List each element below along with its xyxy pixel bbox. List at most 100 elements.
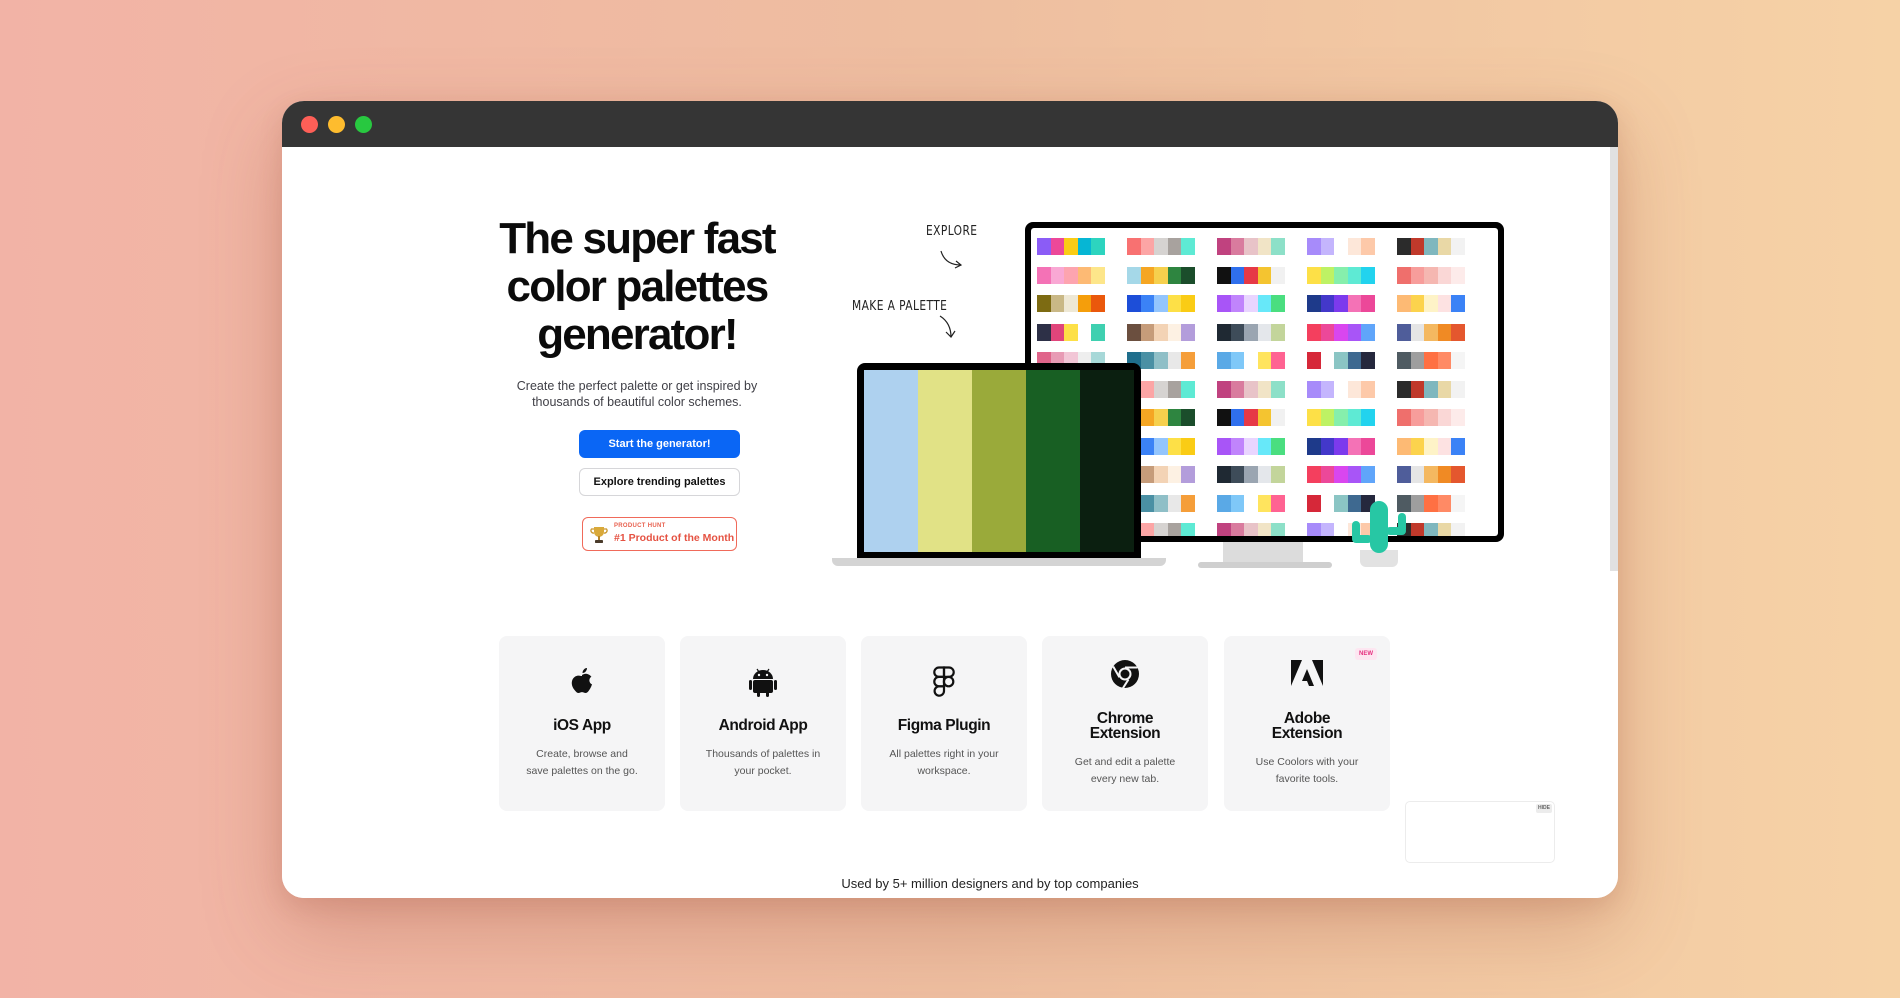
maximize-window-button[interactable] (355, 116, 372, 133)
laptop-base (832, 558, 1166, 566)
palette-swatch-group (1217, 494, 1285, 512)
palette-swatch (1181, 352, 1195, 369)
palette-swatch (1167, 295, 1181, 312)
palette-swatch-group (1127, 238, 1195, 255)
palette-swatch (1424, 409, 1438, 426)
palette-swatch (1077, 266, 1091, 284)
palette-swatch (1217, 323, 1231, 341)
card-description: Get and edit a palette every new tab. (1060, 754, 1190, 788)
palette-swatch (1347, 352, 1361, 369)
palette-swatch (1244, 409, 1258, 426)
palette-swatch (1154, 437, 1168, 455)
palette-swatch-group (1397, 295, 1465, 312)
palette-swatch (1307, 238, 1321, 255)
card-description: All palettes right in your workspace. (879, 746, 1009, 780)
palette-swatch (1217, 523, 1231, 536)
laptop-palette-color (864, 370, 918, 552)
palette-swatch (1091, 295, 1105, 312)
card-title: Adobe Extension (1232, 711, 1382, 742)
palette-swatch (1091, 238, 1105, 255)
card-title: Chrome Extension (1050, 711, 1200, 742)
palette-swatch (1334, 409, 1348, 426)
palette-swatch (1347, 380, 1361, 398)
palette-swatch (1230, 466, 1244, 483)
palette-swatch (1140, 266, 1154, 284)
hero-subtitle-line: thousands of beautiful color schemes. (532, 395, 742, 409)
palette-swatch (1451, 466, 1465, 483)
palette-swatch (1127, 295, 1141, 312)
palette-swatch (1437, 466, 1451, 483)
palette-swatch (1167, 266, 1181, 284)
palette-swatch (1307, 523, 1321, 536)
card-title: Figma Plugin (897, 717, 991, 734)
start-generator-button[interactable]: Start the generator! (579, 430, 740, 458)
palette-swatch (1307, 437, 1321, 455)
card-description-line: Get and edit a palette (1074, 756, 1176, 768)
android-app-card[interactable]: Android App Thousands of palettes in you… (680, 636, 846, 811)
palette-swatch (1271, 238, 1285, 255)
palette-swatch (1424, 295, 1438, 312)
palette-swatch (1271, 523, 1285, 536)
palette-swatch (1410, 437, 1424, 455)
palette-swatch (1320, 266, 1334, 284)
figma-plugin-card[interactable]: Figma Plugin All palettes right in your … (861, 636, 1027, 811)
palette-swatch (1361, 323, 1375, 341)
palette-swatch (1397, 295, 1411, 312)
palette-swatch (1451, 323, 1465, 341)
minimize-window-button[interactable] (328, 116, 345, 133)
palette-swatch (1154, 238, 1168, 255)
chrome-extension-card[interactable]: Chrome Extension Get and edit a palette … (1042, 636, 1208, 811)
palette-swatch (1181, 409, 1195, 426)
explore-trending-button[interactable]: Explore trending palettes (579, 468, 740, 496)
badge-caption: PRODUCT HUNT (614, 523, 666, 529)
palette-swatch (1320, 380, 1334, 398)
palette-swatch (1451, 380, 1465, 398)
palette-swatch (1064, 266, 1078, 284)
palette-swatch (1077, 238, 1091, 255)
palette-swatch (1257, 380, 1271, 398)
palette-swatch (1167, 494, 1181, 512)
palette-swatch (1140, 409, 1154, 426)
product-hunt-badge[interactable]: PRODUCT HUNT #1 Product of the Month (582, 517, 737, 551)
palette-swatch (1257, 466, 1271, 483)
palette-swatch (1064, 295, 1078, 312)
palette-swatch (1257, 323, 1271, 341)
palette-swatch (1037, 266, 1051, 284)
palette-swatch (1257, 352, 1271, 369)
palette-swatch (1271, 466, 1285, 483)
figma-icon (861, 666, 1027, 700)
palette-swatch (1320, 466, 1334, 483)
palette-swatch (1167, 437, 1181, 455)
palette-swatch (1437, 323, 1451, 341)
palette-swatch (1127, 266, 1141, 284)
card-description-line: every new tab. (1090, 773, 1160, 785)
palette-swatch (1181, 323, 1195, 341)
hero-title-line: generator! (537, 310, 738, 359)
palette-swatch (1334, 437, 1348, 455)
hide-ad-button[interactable]: HIDE (1536, 804, 1552, 813)
palette-swatch (1230, 437, 1244, 455)
palette-swatch (1397, 266, 1411, 284)
palette-swatch (1437, 437, 1451, 455)
palette-swatch (1154, 323, 1168, 341)
palette-swatch (1361, 409, 1375, 426)
palette-swatch-group (1307, 437, 1375, 455)
card-description-line: save palettes on the go. (526, 765, 638, 777)
palette-swatch (1424, 323, 1438, 341)
palette-swatch (1271, 437, 1285, 455)
explore-arrow-icon (940, 250, 963, 269)
scrollbar[interactable] (1610, 147, 1618, 571)
close-window-button[interactable] (301, 116, 318, 133)
card-description-line: your pocket. (734, 765, 792, 777)
card-description-line: Use Coolors with your (1255, 756, 1359, 768)
palette-swatch (1257, 295, 1271, 312)
palette-swatch (1397, 323, 1411, 341)
hero-title-line: color palettes (506, 262, 770, 311)
ios-app-card[interactable]: iOS App Create, browse and save palettes… (499, 636, 665, 811)
palette-swatch (1050, 323, 1064, 341)
palette-swatch (1347, 437, 1361, 455)
palette-swatch (1397, 409, 1411, 426)
palette-swatch (1181, 494, 1195, 512)
adobe-extension-card[interactable]: NEW Adobe Extension Use Coolors with you… (1224, 636, 1390, 811)
palette-swatch (1307, 380, 1321, 398)
